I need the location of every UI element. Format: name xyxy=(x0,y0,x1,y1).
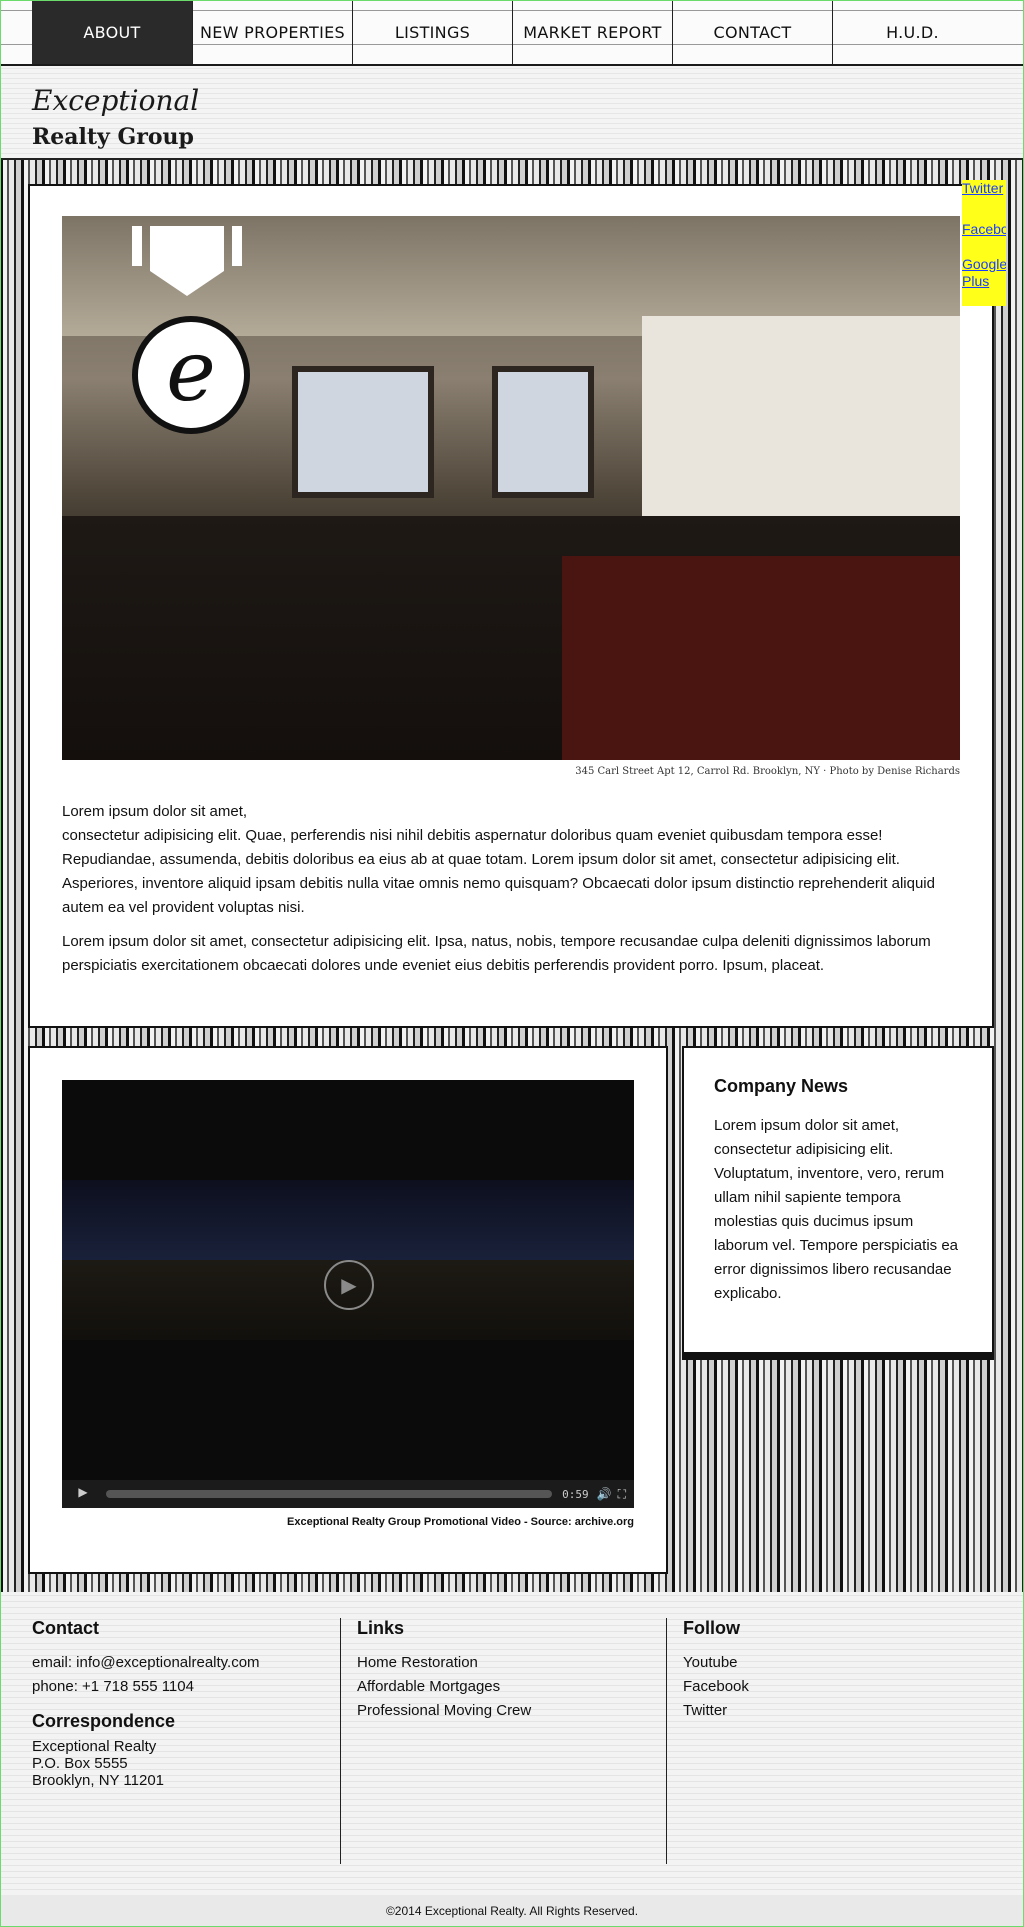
news-title: Company News xyxy=(714,1076,849,1096)
nav-label: LISTINGS xyxy=(394,22,471,42)
footer-link[interactable]: Home Restoration xyxy=(357,1651,657,1675)
address-line: P.O. Box 5555 xyxy=(32,1755,128,1772)
fullscreen-icon[interactable]: ⛶ xyxy=(618,1487,626,1502)
address-line: Exceptional Realty xyxy=(32,1738,157,1755)
play-icon[interactable]: ▶ xyxy=(324,1260,374,1310)
logo-badge-icon: e xyxy=(132,316,250,434)
paragraph-2: Lorem ipsum dolor sit amet, consectetur … xyxy=(62,933,931,974)
nav-label: CONTACT xyxy=(713,22,792,42)
footer-links-title: Links xyxy=(357,1618,405,1638)
video-player[interactable]: ▶ ▶ 0:59 🔊 ⛶ xyxy=(62,1080,634,1508)
address-line: Brooklyn, NY 11201 xyxy=(32,1772,165,1789)
copyright-text: ©2014 Exceptional Realty. All Rights Res… xyxy=(0,1895,1024,1927)
logo-name-text[interactable]: Realty Group xyxy=(32,124,194,150)
nav-item-listings[interactable]: LISTINGS xyxy=(352,0,512,64)
photo-wall xyxy=(642,316,960,546)
hero-photo: e xyxy=(62,216,960,760)
nav-label: H.U.D. xyxy=(886,22,939,42)
footer-follow-link[interactable]: Twitter xyxy=(683,1699,983,1723)
footer-contact-column: Contact email: info@exceptionalrealty.co… xyxy=(32,1618,332,1864)
news-body: Lorem ipsum dolor sit amet, consectetur … xyxy=(714,1117,959,1302)
video-controls: ▶ 0:59 🔊 ⛶ xyxy=(62,1480,634,1508)
footer-phone: phone: +1 718 555 1104 xyxy=(32,1678,194,1695)
top-nav: ABOUT NEW PROPERTIES LISTINGS MARKET REP… xyxy=(0,0,1024,66)
nav-item-about[interactable]: ABOUT xyxy=(32,0,192,64)
nav-label: ABOUT xyxy=(83,22,141,42)
google-plus-link[interactable]: Google Plus xyxy=(962,256,1006,290)
footer-email[interactable]: email: info@exceptionalrealty.com xyxy=(32,1651,332,1675)
footer-contact-title: Contact xyxy=(32,1618,99,1638)
footer-follow-title: Follow xyxy=(683,1618,740,1638)
ribbon-icon xyxy=(132,226,242,296)
nav-item-market-report[interactable]: MARKET REPORT xyxy=(512,0,672,64)
nav-label: MARKET REPORT xyxy=(523,22,662,42)
footer-correspondence-title: Correspondence xyxy=(32,1711,176,1731)
nav-item-new-properties[interactable]: NEW PROPERTIES xyxy=(192,0,352,64)
paragraph-1: consectetur adipisicing elit. Quae, perf… xyxy=(62,827,935,916)
facebook-link[interactable]: Facebook xyxy=(962,221,1006,238)
photo-caption: 345 Carl Street Apt 12, Carrol Rd. Brook… xyxy=(575,766,960,777)
badge-letter: e xyxy=(166,322,216,420)
video-frame-sky xyxy=(62,1180,634,1260)
video-card: ▶ ▶ 0:59 🔊 ⛶ Exceptional Realty Group Pr… xyxy=(30,1048,666,1572)
twitter-link[interactable]: Twitter xyxy=(962,180,1006,197)
nav-item-hud[interactable]: H.U.D. xyxy=(832,0,992,64)
news-card: Company News Lorem ipsum dolor sit amet,… xyxy=(684,1048,992,1352)
footer-link[interactable]: Affordable Mortgages xyxy=(357,1675,657,1699)
photo-window xyxy=(292,366,434,498)
video-caption: Exceptional Realty Group Promotional Vid… xyxy=(287,1516,634,1528)
nav-item-contact[interactable]: CONTACT xyxy=(672,0,832,64)
footer-links-column: Links Home Restoration Affordable Mortga… xyxy=(340,1618,657,1864)
footer-follow-link[interactable]: Facebook xyxy=(683,1675,983,1699)
footer-follow-link[interactable]: Youtube xyxy=(683,1651,983,1675)
logo-script-text[interactable]: Exceptional xyxy=(32,84,199,117)
site-header: Exceptional Realty Group xyxy=(0,66,1024,160)
play-pause-button[interactable]: ▶ xyxy=(70,1485,96,1503)
volume-icon[interactable]: 🔊 xyxy=(597,1487,612,1501)
video-progress-bar[interactable] xyxy=(106,1490,553,1498)
photo-window xyxy=(492,366,594,498)
paragraph-lead: Lorem ipsum dolor sit amet, xyxy=(62,803,248,820)
video-time: 0:59 xyxy=(562,1487,589,1501)
about-card: e 345 Carl Street Apt 12, Carrol Rd. Bro… xyxy=(30,186,992,1026)
about-text: Lorem ipsum dolor sit amet, consectetur … xyxy=(62,800,960,988)
site-footer: Contact email: info@exceptionalrealty.co… xyxy=(0,1592,1024,1895)
social-sidebar: Twitter Facebook Google Plus xyxy=(962,180,1006,306)
photo-rug xyxy=(562,556,960,760)
nav-label: NEW PROPERTIES xyxy=(199,22,345,42)
footer-link[interactable]: Professional Moving Crew xyxy=(357,1699,657,1723)
footer-follow-column: Follow Youtube Facebook Twitter xyxy=(666,1618,983,1864)
